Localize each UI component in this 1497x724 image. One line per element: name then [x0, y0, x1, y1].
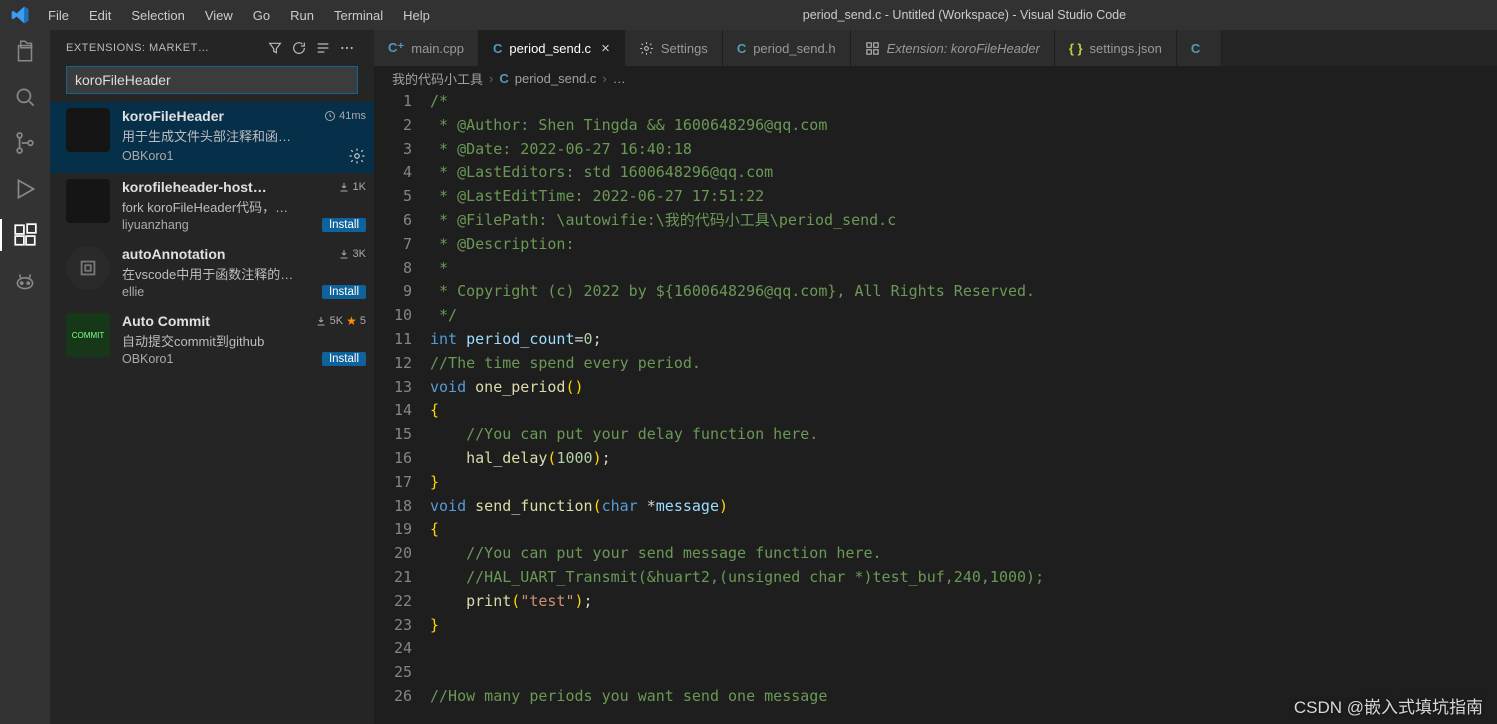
sidebar-title: EXTENSIONS: MARKET… — [66, 42, 262, 54]
clear-icon[interactable] — [312, 37, 334, 59]
extension-item[interactable]: COMMIT Auto Commit 5K ★ 5 自动提交commit到githu… — [50, 307, 374, 374]
gear-icon — [639, 41, 654, 56]
vscode-logo-icon — [8, 3, 32, 27]
tab-period_send-h[interactable]: Cperiod_send.h — [723, 30, 851, 66]
menu-file[interactable]: File — [38, 0, 79, 30]
run-debug-icon[interactable] — [12, 176, 38, 202]
extension-search-input[interactable] — [66, 66, 358, 94]
gear-icon[interactable] — [348, 147, 366, 165]
install-button[interactable]: Install — [322, 218, 366, 232]
extension-author: OBKoro1 — [122, 352, 322, 366]
crumb-file[interactable]: period_send.c — [515, 71, 597, 86]
extension-author: OBKoro1 — [122, 149, 348, 163]
extension-name: autoAnnotation — [122, 246, 338, 262]
copilot-icon[interactable] — [12, 268, 38, 294]
extension-name: Auto Commit — [122, 313, 315, 329]
tab-label: period_send.h — [753, 41, 835, 56]
menu-go[interactable]: Go — [243, 0, 280, 30]
extension-author: liyuanzhang — [122, 218, 322, 232]
extension-desc: 自动提交commit到github — [122, 331, 366, 350]
menu-run[interactable]: Run — [280, 0, 324, 30]
source-control-icon[interactable] — [12, 130, 38, 156]
close-icon[interactable]: × — [601, 40, 610, 57]
extension-meta: 5K ★ 5 — [315, 314, 366, 328]
extension-name: koroFileHeader — [122, 108, 324, 124]
menu-edit[interactable]: Edit — [79, 0, 121, 30]
tab-settings-json[interactable]: { } settings.json — [1055, 30, 1177, 66]
extension-desc: 在vscode中用于函数注释的… — [122, 264, 366, 283]
extension-item[interactable]: koroFileHeader 41ms 用于生成文件头部注释和函… OBKoro1 — [50, 102, 374, 173]
chevron-right-icon: › — [602, 71, 606, 86]
json-file-icon: { } — [1069, 41, 1083, 56]
tab-label: settings.json — [1090, 41, 1162, 56]
chevron-right-icon: › — [489, 71, 493, 86]
tab-label: Extension: koroFileHeader — [887, 41, 1040, 56]
extension-thumb-icon — [66, 246, 110, 290]
menu-help[interactable]: Help — [393, 0, 440, 30]
extension-name: korofileheader-host… — [122, 179, 338, 195]
crumb-folder[interactable]: 我的代码小工具 — [392, 69, 483, 88]
tab-label: main.cpp — [411, 41, 464, 56]
menu-terminal[interactable]: Terminal — [324, 0, 393, 30]
menu-selection[interactable]: Selection — [121, 0, 194, 30]
search-icon[interactable] — [12, 84, 38, 110]
tab-settings[interactable]: Settings — [625, 30, 723, 66]
c-file-icon: C — [499, 71, 508, 86]
extension-meta: 3K — [338, 248, 366, 260]
extension-author: ellie — [122, 285, 322, 299]
install-button[interactable]: Install — [322, 285, 366, 299]
menu-view[interactable]: View — [195, 0, 243, 30]
breadcrumbs[interactable]: 我的代码小工具 › C period_send.c › … — [374, 66, 1497, 90]
c-file-icon: C — [1191, 41, 1200, 56]
sidebar-header: EXTENSIONS: MARKET… — [50, 30, 374, 66]
extension-item[interactable]: autoAnnotation 3K 在vscode中用于函数注释的… ellieIn… — [50, 240, 374, 307]
tab-period_send-c[interactable]: Cperiod_send.c × — [479, 30, 625, 66]
activity-bar — [0, 30, 50, 724]
tab-overflow[interactable]: C — [1177, 30, 1222, 66]
extension-meta: 1K — [338, 181, 366, 193]
extension-desc: 用于生成文件头部注释和函… — [122, 126, 366, 145]
code-content[interactable]: /* * @Author: Shen Tingda && 1600648296@… — [430, 90, 1497, 724]
line-gutter: 1234567891011121314151617181920212223242… — [374, 90, 430, 724]
cpp-file-icon: C⁺ — [388, 40, 404, 56]
editor-zone: C⁺ main.cpp Cperiod_send.c × Settings Cperiod… — [374, 30, 1497, 724]
crumb-more[interactable]: … — [613, 71, 626, 86]
title-bar: FileEditSelectionViewGoRunTerminalHelp p… — [0, 0, 1497, 30]
explorer-icon[interactable] — [12, 38, 38, 64]
c-file-icon: C — [493, 41, 502, 56]
tab-label: Settings — [661, 41, 708, 56]
extension-icon — [865, 41, 880, 56]
more-icon[interactable] — [336, 37, 358, 59]
extension-meta: 41ms — [324, 110, 366, 122]
extension-thumb-icon: COMMIT — [66, 313, 110, 357]
extension-thumb-icon — [66, 179, 110, 223]
extension-thumb-icon — [66, 108, 110, 152]
refresh-icon[interactable] — [288, 37, 310, 59]
menu-bar: FileEditSelectionViewGoRunTerminalHelp — [38, 0, 440, 30]
sidebar: EXTENSIONS: MARKET… koroFileHeader 41ms 用… — [50, 30, 374, 724]
extensions-icon[interactable] — [12, 222, 38, 248]
extension-desc: fork koroFileHeader代码，… — [122, 197, 366, 216]
install-button[interactable]: Install — [322, 352, 366, 366]
window-title: period_send.c - Untitled (Workspace) - V… — [440, 8, 1489, 22]
extension-list: koroFileHeader 41ms用于生成文件头部注释和函…OBKoro1k… — [50, 102, 374, 724]
tab-extension-korofileheader[interactable]: Extension: koroFileHeader — [851, 30, 1055, 66]
code-editor[interactable]: 1234567891011121314151617181920212223242… — [374, 90, 1497, 724]
extension-item[interactable]: korofileheader-host… 1K fork koroFileHead… — [50, 173, 374, 240]
c-file-icon: C — [737, 41, 746, 56]
filter-icon[interactable] — [264, 37, 286, 59]
tab-main-cpp[interactable]: C⁺ main.cpp — [374, 30, 479, 66]
tab-bar: C⁺ main.cpp Cperiod_send.c × Settings Cperiod… — [374, 30, 1497, 66]
tab-label: period_send.c — [509, 41, 591, 56]
